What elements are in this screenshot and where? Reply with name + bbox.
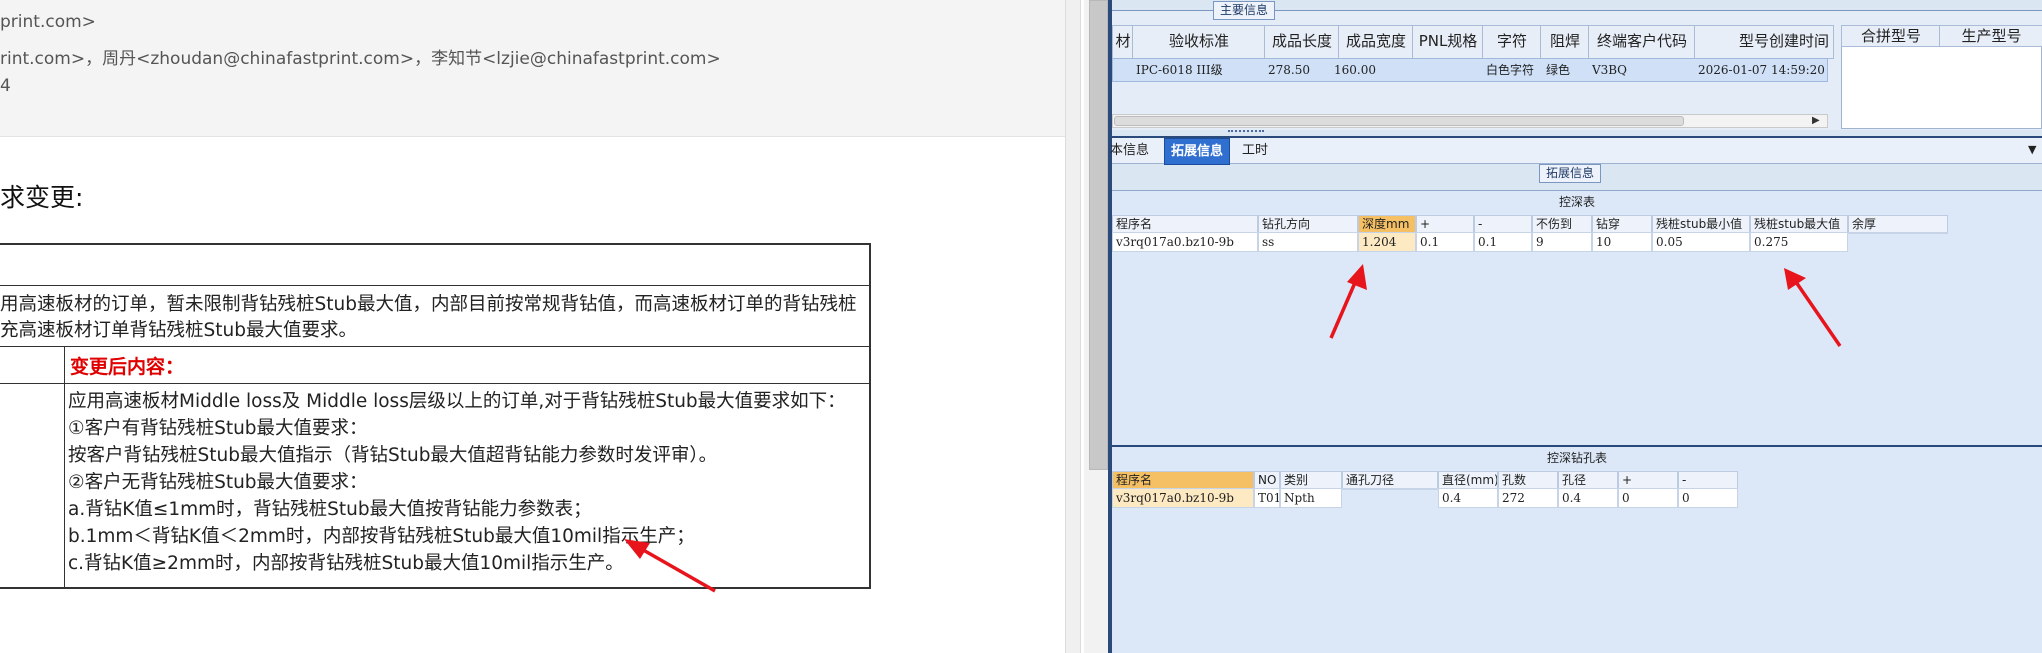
annotation-arrow	[1784, 268, 1842, 347]
attachment-count: 4	[0, 76, 11, 96]
main-cell: 2026-01-07 14:59:20	[1698, 63, 1825, 77]
main-col-header[interactable]: 阻焊	[1540, 25, 1590, 59]
drill-col-header[interactable]: 直径(mm)	[1438, 471, 1498, 489]
drill-cell[interactable]: 0	[1618, 488, 1678, 508]
table-divider	[0, 346, 869, 347]
main-cell: 278.50	[1268, 63, 1310, 77]
annotation-arrow	[624, 539, 716, 593]
drill-cell[interactable]	[1342, 488, 1438, 490]
drill-col-header[interactable]: 程序名	[1112, 471, 1254, 489]
depth-col-header[interactable]: 残桩stub最小值	[1652, 215, 1750, 233]
after-content-line: ②客户无背钻残桩Stub最大值要求：	[68, 472, 368, 493]
email-header: print.com> rint.com>，周丹<zhoudan@chinafas…	[0, 0, 1065, 137]
main-cell: 白色字符	[1486, 63, 1535, 77]
depth-cell[interactable]: 0.1	[1474, 232, 1532, 252]
depth-col-header[interactable]: 不伤到	[1532, 215, 1592, 233]
depth-cell[interactable]: 0.1	[1416, 232, 1474, 252]
ext-info-group-label: 拓展信息	[1539, 164, 1602, 183]
depth-cell[interactable]	[1848, 232, 1948, 234]
after-content-line: 应用高速板材Middle loss及 Middle loss层级以上的订单,对于…	[68, 391, 846, 412]
main-col-header[interactable]: 终端客户代码	[1588, 25, 1696, 59]
after-content-line: a.背钻K值≤1mm时，背钻残桩Stub最大值按背钻能力参数表；	[68, 499, 592, 520]
tab-basic-info[interactable]: 本信息	[1104, 138, 1155, 163]
depth-cell[interactable]: 0.05	[1652, 232, 1750, 252]
side-col-header[interactable]: 生产型号	[1939, 25, 2042, 47]
depth-col-header[interactable]: 残桩stub最大值	[1750, 215, 1848, 233]
depth-cell[interactable]: v3rq017a0.bz10-9b	[1112, 232, 1258, 252]
depth-cell[interactable]: 10	[1592, 232, 1652, 252]
tab-menu-chevron-icon[interactable]: ▼	[2028, 143, 2036, 156]
after-change-label: 变更后内容：	[70, 356, 185, 378]
main-cell: V3BQ	[1592, 63, 1627, 77]
main-col-header[interactable]: PNL规格	[1412, 25, 1484, 59]
depth-col-header[interactable]: 程序名	[1112, 215, 1258, 233]
main-col-header[interactable]: 材	[1112, 25, 1134, 59]
main-col-header[interactable]: 型号创建时间	[1694, 25, 1834, 59]
drill-cell[interactable]: T01	[1254, 488, 1280, 508]
depth-cell[interactable]: 1.204	[1358, 232, 1416, 252]
table-column-divider	[64, 346, 65, 587]
sender-line: print.com>	[0, 12, 96, 32]
depth-col-header[interactable]: 钻孔方向	[1258, 215, 1358, 233]
tab-extended-info[interactable]: 拓展信息	[1164, 138, 1231, 165]
tab-work-hours[interactable]: 工时	[1236, 138, 1274, 163]
section-title: 求变更:	[0, 183, 84, 212]
annotation-arrow	[1329, 264, 1367, 339]
depth-col-header[interactable]: +	[1416, 215, 1474, 233]
drill-col-header[interactable]: 类别	[1280, 471, 1342, 489]
drill-cell[interactable]: 0.4	[1558, 488, 1618, 508]
before-content-line: 用高速板材的订单，暂未限制背钻残桩Stub最大值，内部目前按常规背钻值，而高速板…	[0, 294, 857, 315]
drill-col-header[interactable]: +	[1618, 471, 1678, 489]
depth-col-header[interactable]: 钻穿	[1592, 215, 1652, 233]
main-cell: IPC-6018 III级	[1136, 63, 1223, 77]
table-divider	[0, 383, 869, 384]
depth-cell[interactable]: 9	[1532, 232, 1592, 252]
drill-col-header[interactable]: 孔数	[1498, 471, 1558, 489]
depth-col-header[interactable]: 余厚	[1848, 215, 1948, 233]
main-cell: 绿色	[1546, 63, 1571, 77]
depth-col-header[interactable]: -	[1474, 215, 1532, 233]
depth-col-header[interactable]: 深度mm	[1358, 215, 1416, 233]
before-content-line: 充高速板材订单背钻残桩Stub最大值要求。	[0, 320, 357, 341]
main-cell: 160.00	[1334, 63, 1376, 77]
change-table: 用高速板材的订单，暂未限制背钻残桩Stub最大值，内部目前按常规背钻值，而高速板…	[0, 243, 871, 589]
drill-col-header[interactable]: NO	[1254, 471, 1280, 489]
side-col-header[interactable]: 合拼型号	[1841, 25, 1941, 47]
table-divider	[0, 285, 869, 286]
erp-window: 主要信息 材 验收标准 成品长度 成品宽度 PNL规格 字符 阻焊 终端客户代码…	[1108, 0, 2042, 653]
recipients-line: rint.com>，周丹<zhoudan@chinafastprint.com>…	[0, 49, 721, 69]
drill-cell[interactable]: 0.4	[1438, 488, 1498, 508]
after-content-line: c.背钻K值≥2mm时，内部按背钻残桩Stub最大值10mil指示生产。	[68, 553, 624, 574]
drill-col-header[interactable]: -	[1678, 471, 1738, 489]
drill-cell[interactable]: 0	[1678, 488, 1738, 508]
drill-col-header[interactable]: 孔径	[1558, 471, 1618, 489]
drill-table-title: 控深钻孔表	[1546, 451, 1607, 465]
main-col-header[interactable]: 成品宽度	[1338, 25, 1414, 59]
scrollbar-thumb[interactable]	[1089, 0, 1108, 470]
main-info-group-label: 主要信息	[1213, 1, 1276, 20]
drill-col-header[interactable]: 通孔刀径	[1342, 471, 1438, 489]
drill-cell[interactable]: 272	[1498, 488, 1558, 508]
scroll-right-icon[interactable]: ▶	[1812, 115, 1820, 126]
depth-cell[interactable]: ss	[1258, 232, 1358, 252]
depth-table-title: 控深表	[1558, 195, 1595, 209]
drill-cell[interactable]: Npth	[1280, 488, 1342, 508]
drill-cell[interactable]: v3rq017a0.bz10-9b	[1112, 488, 1254, 508]
main-col-header[interactable]: 成品长度	[1264, 25, 1340, 59]
after-content-line: 按客户背钻残桩Stub最大值指示（背钻Stub最大值超背钻能力参数时发评审）。	[68, 445, 718, 466]
after-content-line: b.1mm＜背钻K值＜2mm时，内部按背钻残桩Stub最大值10mil指示生产；	[68, 526, 695, 547]
hscrollbar-thumb[interactable]	[1114, 116, 1684, 126]
after-content-line: ①客户有背钻残桩Stub最大值要求：	[68, 418, 368, 439]
main-col-header[interactable]: 字符	[1482, 25, 1542, 59]
depth-cell[interactable]: 0.275	[1750, 232, 1848, 252]
main-col-header[interactable]: 验收标准	[1132, 25, 1266, 59]
pane-splitter[interactable]	[1065, 0, 1081, 653]
